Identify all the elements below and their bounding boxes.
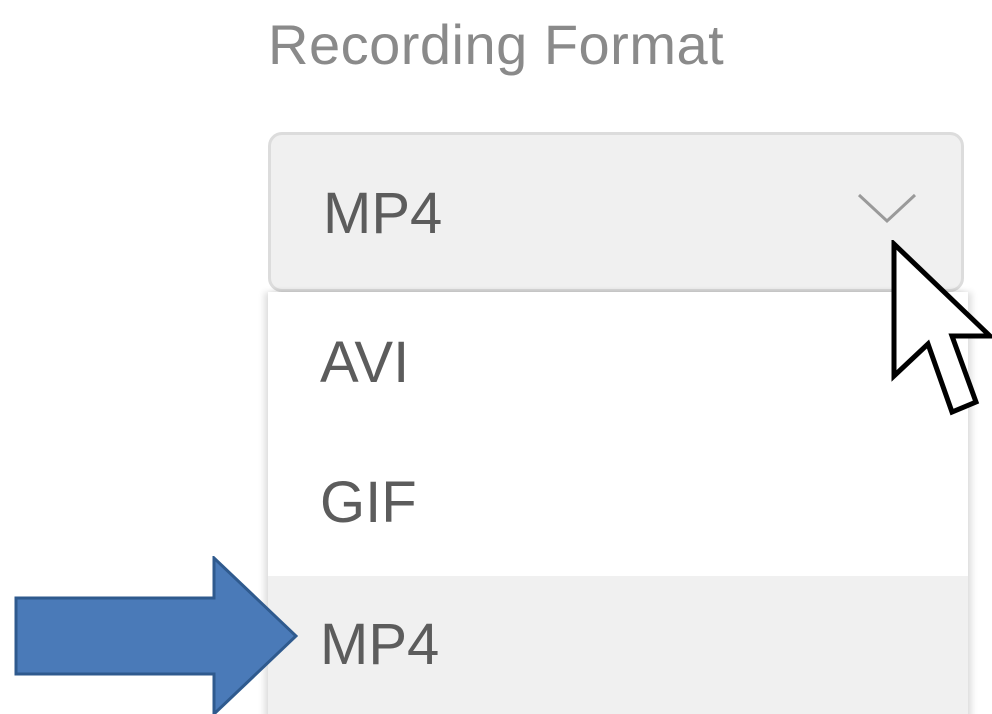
option-label: AVI	[320, 330, 410, 395]
recording-format-select[interactable]: MP4	[268, 132, 964, 292]
option-mp4[interactable]: MP4	[268, 576, 968, 714]
option-label: GIF	[320, 470, 417, 535]
option-gif[interactable]: GIF	[268, 434, 968, 574]
recording-format-dropdown: AVI GIF MP4	[268, 292, 968, 714]
chevron-down-icon[interactable]	[855, 189, 919, 229]
select-current-value: MP4	[323, 181, 443, 246]
mouse-pointer-icon	[891, 240, 992, 416]
option-label: MP4	[320, 612, 440, 677]
option-avi[interactable]: AVI	[268, 294, 968, 434]
recording-format-label: Recording Format	[268, 13, 725, 76]
right-arrow-icon	[14, 556, 298, 714]
